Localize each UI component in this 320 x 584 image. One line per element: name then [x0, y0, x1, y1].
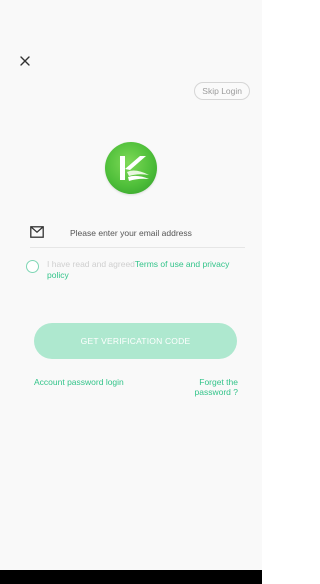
agreement-prefix: I have read and agreed — [47, 259, 135, 269]
mail-icon — [30, 226, 44, 238]
agreement-text: I have read and agreedTerms of use and p… — [47, 259, 252, 281]
account-password-login-link[interactable]: Account password login — [34, 377, 124, 387]
agree-radio[interactable] — [26, 260, 39, 273]
forget-password-link[interactable]: Forget the password ? — [188, 377, 238, 397]
system-navigation-bar — [0, 570, 262, 584]
email-field-row — [30, 223, 245, 248]
logo-k-icon — [120, 156, 149, 181]
skip-login-button[interactable]: Skip Login — [194, 82, 250, 100]
close-button[interactable] — [14, 50, 36, 72]
agreement-row: I have read and agreedTerms of use and p… — [26, 259, 252, 285]
login-screen: Skip Login I have read and agreedTerms o… — [0, 0, 262, 570]
close-icon — [20, 56, 30, 66]
app-logo — [105, 142, 157, 194]
get-verification-code-button[interactable]: GET VERIFICATION CODE — [34, 323, 237, 359]
email-input[interactable] — [70, 225, 245, 241]
